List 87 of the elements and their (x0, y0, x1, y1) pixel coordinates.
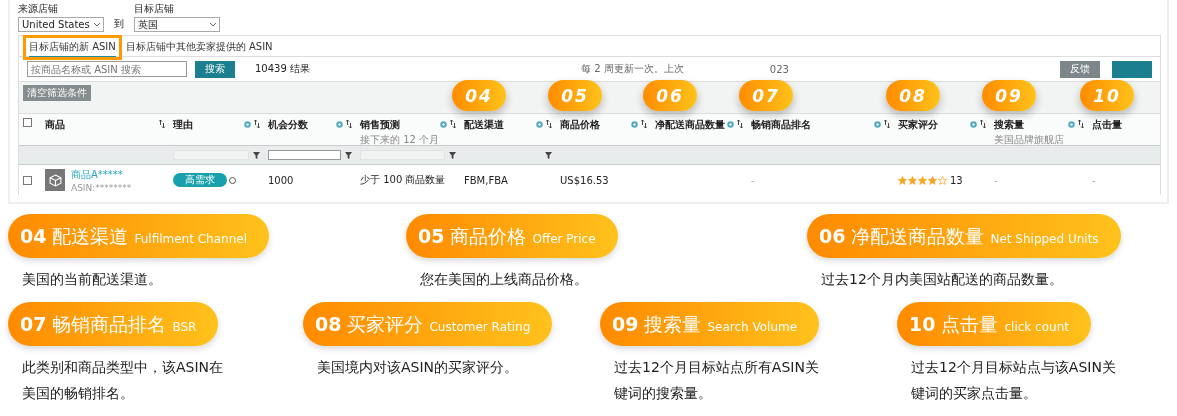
select-all-checkbox[interactable] (23, 118, 32, 127)
table-cell: 1000 (268, 174, 294, 186)
column-header: 商品 (45, 118, 65, 132)
annotation-text: 美国境内对该ASIN的买家评分。 (316, 358, 520, 377)
column-header: 净配送商品数量 (655, 118, 725, 132)
filter-field[interactable] (268, 150, 341, 160)
update-note: 023 (769, 63, 789, 75)
pill-number: 09 (612, 312, 639, 337)
pill-number: 04 (20, 224, 47, 249)
column-header: 畅销商品排名 (751, 118, 811, 132)
asin-text: ASIN:******** (71, 182, 132, 193)
tab[interactable]: 目标店铺中其他卖家提供的 ASIN (125, 39, 273, 58)
number-badge: 09 (982, 80, 1036, 111)
annotation-text: 过去12个月目标站点与该ASIN关键词的买家点击量。 (910, 358, 1117, 403)
table-cell: FBM,FBA (464, 174, 508, 186)
pill-title: 点击量 (941, 312, 999, 337)
pill-title: 搜索量 (644, 312, 702, 337)
pill-subtitle: Search Volume (707, 319, 798, 336)
annotation-text: 过去12个月内美国站配送的商品数量。 (820, 270, 1064, 289)
pill-subtitle: Customer Rating (429, 319, 531, 336)
pill-title: 畅销商品排名 (52, 312, 167, 337)
pill-number: 07 (20, 312, 47, 337)
number-badge: 08 (886, 80, 940, 111)
table-cell: - (1092, 174, 1096, 186)
column-header: 理由 (173, 118, 193, 132)
pill-title: 配送渠道 (52, 224, 129, 249)
result-count: 10439 结果 (255, 62, 310, 76)
annotation-text: 美国的当前配送渠道。 (21, 270, 163, 289)
star-icon (928, 175, 937, 185)
to-label: 到 (114, 17, 124, 31)
search-field[interactable]: 按商品名称或 ASIN 搜索 (27, 61, 187, 77)
caret-icon (94, 22, 100, 27)
annotation-text: 此类别和商品类型中，该ASIN在美国的畅销排名。 (21, 358, 225, 403)
star-icon (918, 175, 927, 185)
pill-title: 净配送商品数量 (851, 224, 985, 249)
filter-icon (345, 151, 352, 159)
filter-icon (545, 151, 552, 159)
column-subtitle: 接下来的 12 个月 (360, 133, 440, 147)
pill-title: 买家评分 (347, 312, 424, 337)
pill-subtitle: Offer Price (532, 231, 596, 248)
help-icon (229, 176, 236, 184)
action-button[interactable] (1112, 60, 1152, 78)
pill-subtitle: click count (1004, 319, 1069, 336)
column-header: 机会分数 (268, 118, 308, 132)
pill-subtitle: BSR (172, 319, 197, 336)
pill-number: 10 (909, 312, 936, 337)
store-label: 目标店铺 (134, 2, 175, 16)
rating-count: 13 (950, 174, 963, 186)
column-header: 销售预测 (360, 118, 401, 132)
column-header: 商品价格 (560, 118, 600, 132)
column-header: 买家评分 (898, 118, 938, 132)
search-button[interactable]: 搜索 (195, 60, 235, 78)
annotation-text: 您在美国的上线商品价格。 (419, 270, 589, 289)
store-label: 来源店铺 (18, 2, 59, 16)
number-badge: 05 (548, 80, 602, 111)
empty-star-icon (938, 175, 947, 185)
filter-icon (449, 151, 456, 159)
feedback-button[interactable]: 反馈 (1060, 60, 1100, 78)
tab[interactable]: 目标店铺的新 ASIN (29, 39, 116, 58)
filter-icon (253, 151, 260, 159)
table-cell: - (751, 174, 755, 186)
pill-number: 06 (819, 224, 846, 249)
update-note: 每 2 周更新一次。上次 (581, 62, 684, 76)
column-header: 搜索量 (994, 118, 1025, 132)
reason-tag: 高需求 (173, 173, 227, 187)
number-badge: 06 (643, 80, 697, 111)
column-header: 配送渠道 (464, 118, 504, 132)
row-checkbox[interactable] (23, 175, 32, 185)
table-cell: - (994, 174, 998, 186)
store-select[interactable]: 英国 (134, 17, 220, 32)
pill-title: 商品价格 (450, 224, 527, 249)
annotation-text: 过去12个月目标站点所有ASIN关键词的搜索量。 (613, 358, 820, 403)
pill-subtitle: Net Shipped Units (990, 231, 1099, 248)
column-header: 点击量 (1092, 118, 1122, 132)
star-icon (908, 175, 917, 185)
pill-subtitle: Fulfilment Channel (134, 231, 247, 248)
pill-number: 05 (418, 224, 445, 249)
table-cell: 少于 100 商品数量 (360, 173, 446, 187)
star-icon (898, 175, 907, 185)
pill-number: 08 (315, 312, 342, 337)
number-badge: 04 (452, 80, 506, 111)
store-select[interactable]: United States (18, 17, 104, 32)
table-cell: US$16.53 (560, 174, 609, 186)
number-badge: 10 (1080, 80, 1134, 111)
number-badge: 07 (739, 80, 793, 111)
caret-icon (210, 22, 216, 27)
column-subtitle: 美国品牌旗舰店 (994, 133, 1064, 147)
